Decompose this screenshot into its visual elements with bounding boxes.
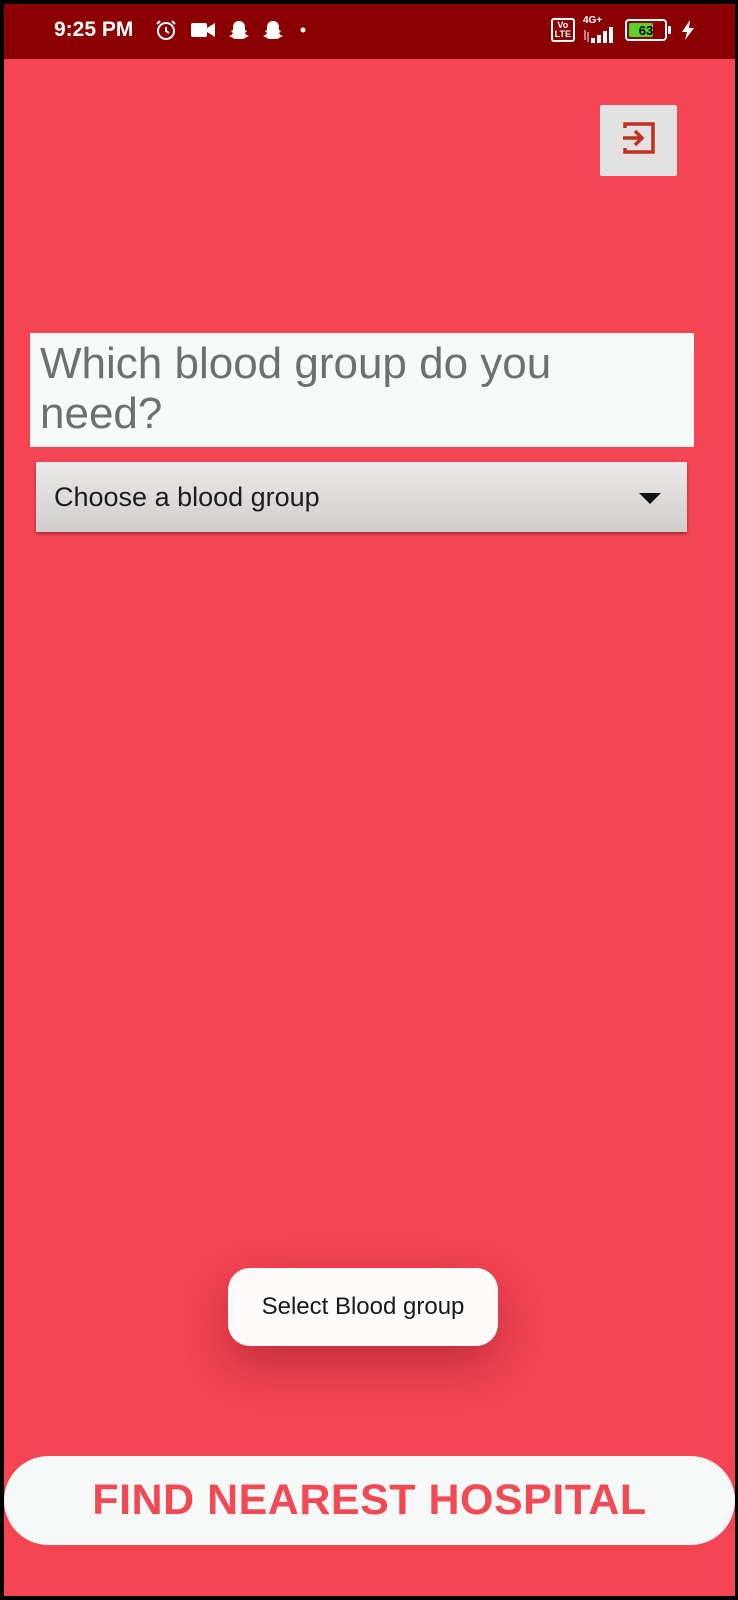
exit-icon — [619, 118, 659, 163]
charging-icon — [681, 19, 695, 41]
video-camera-icon — [190, 20, 216, 40]
battery-icon: 63 — [625, 19, 671, 41]
exit-button[interactable] — [600, 105, 677, 176]
status-time: 9:25 PM — [54, 18, 134, 41]
toast-text: Select Blood group — [261, 1293, 465, 1320]
signal-icon: 4G+ — [583, 16, 617, 44]
question-heading-box: Which blood group do you need? — [30, 333, 694, 447]
find-nearest-hospital-button[interactable]: FIND NEAREST HOSPITAL — [4, 1456, 735, 1545]
alarm-icon — [154, 18, 178, 42]
chevron-down-icon — [639, 493, 661, 504]
find-nearest-hospital-label: FIND NEAREST HOSPITAL — [92, 1476, 647, 1524]
battery-level: 63 — [638, 22, 654, 38]
snapchat-icon — [262, 19, 284, 41]
status-bar: 9:25 PM Vo LTE 4G+ 63 — [4, 4, 735, 59]
network-type-label: 4G+ — [583, 15, 603, 26]
dot-icon — [296, 23, 310, 37]
toast-message: Select Blood group — [228, 1268, 498, 1346]
snapchat-icon — [228, 19, 250, 41]
status-notification-icons — [154, 18, 310, 42]
app-screen: 9:25 PM Vo LTE 4G+ 63 Which blood group … — [4, 4, 735, 1596]
question-heading: Which blood group do you need? — [40, 339, 552, 438]
volte-icon: Vo LTE — [550, 18, 575, 42]
blood-group-dropdown[interactable]: Choose a blood group — [36, 462, 687, 532]
status-system-icons: Vo LTE 4G+ 63 — [550, 16, 695, 44]
blood-group-dropdown-value: Choose a blood group — [54, 481, 320, 512]
